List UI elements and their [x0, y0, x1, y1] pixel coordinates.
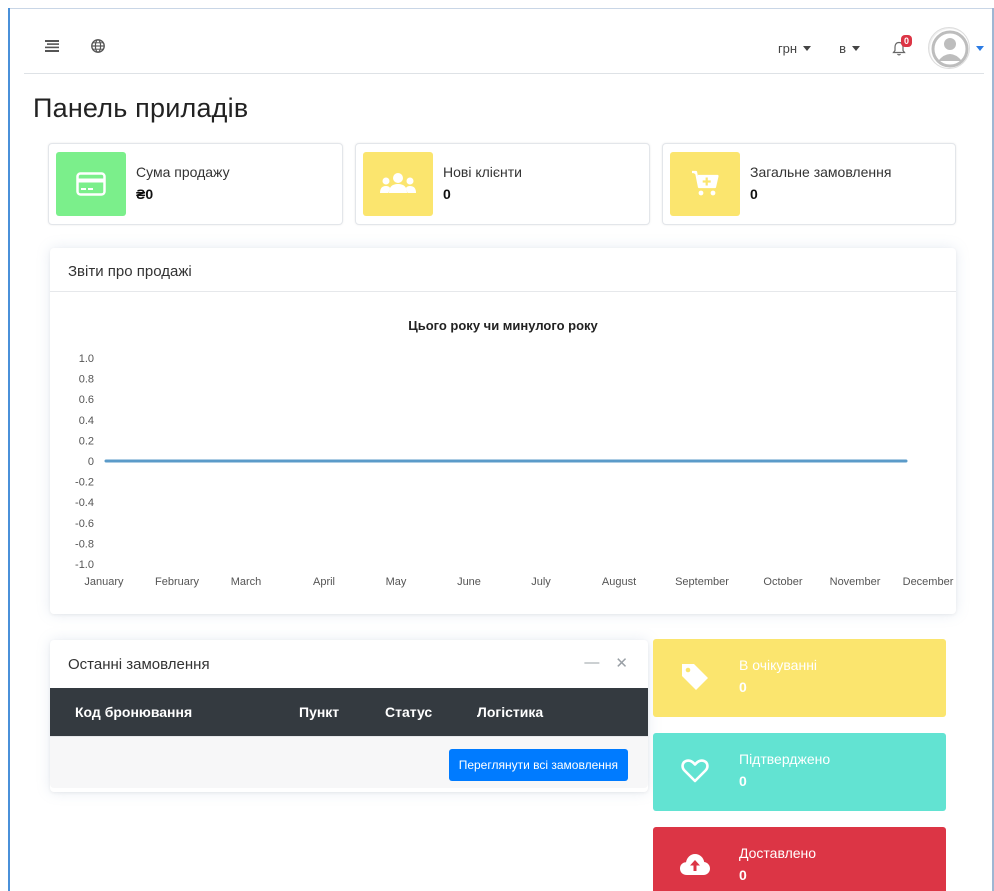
y-tick-label: 0 — [88, 456, 94, 468]
users-icon — [380, 173, 416, 193]
y-tick-label: 0.8 — [79, 374, 94, 386]
recent-orders-title: Останні замовлення — [68, 656, 210, 673]
x-tick-label: December — [903, 576, 954, 588]
user-icon — [930, 29, 969, 68]
y-tick-label: -0.4 — [75, 497, 94, 509]
info-icon-sales — [56, 152, 126, 216]
y-tick-label: -0.8 — [75, 538, 94, 550]
status-label: Підтверджено — [739, 751, 831, 767]
sales-chart: 1.0 0.8 0.6 0.4 0.2 0 -0.2 -0.4 -0.6 -0.8 -1.0 Janu… — [75, 353, 954, 588]
info-value: 0 — [443, 186, 451, 202]
menu-toggle-icon[interactable] — [40, 34, 64, 58]
view-all-orders-button[interactable]: Переглянути всі замовлення — [448, 749, 628, 781]
status-label: Доставлено — [739, 845, 817, 861]
y-tick-label: 0.4 — [79, 415, 94, 427]
info-icon-orders — [670, 152, 740, 216]
top-navbar: грн в 0 — [24, 22, 984, 74]
orders-table: Код бронювання Пункт Статус Логістика — [50, 688, 648, 736]
data-point[interactable] — [613, 459, 617, 463]
x-tick-label: June — [457, 576, 481, 588]
recent-orders-card: Останні замовлення — ✕ Код бронювання Пу… — [50, 640, 648, 792]
x-tick-label: November — [830, 576, 881, 588]
data-point[interactable] — [686, 459, 690, 463]
chevron-down-icon — [803, 45, 812, 51]
window-top-border — [8, 8, 994, 9]
status-value: 0 — [739, 773, 747, 789]
currency-label: грн — [777, 40, 798, 56]
x-tick-label: April — [313, 576, 335, 588]
status-box-pending: В очікуванні 0 — [653, 639, 946, 717]
info-icon-customers — [363, 152, 433, 216]
status-value: 0 — [739, 679, 747, 695]
heart-icon — [681, 759, 709, 783]
info-label: Загальне замовлення — [750, 164, 892, 180]
status-box-delivered: Доставлено 0 — [653, 827, 946, 891]
y-tick-label: -0.2 — [75, 477, 94, 489]
data-point[interactable] — [540, 459, 544, 463]
page-title: Панель приладів — [33, 93, 249, 123]
close-icon[interactable]: ✕ — [615, 654, 628, 672]
data-point[interactable] — [104, 459, 108, 463]
x-tick-label: May — [386, 576, 407, 588]
x-tick-label: January — [84, 576, 124, 588]
notifications-bell[interactable]: 0 — [892, 35, 914, 59]
x-tick-label: September — [675, 576, 729, 588]
window-left-border — [8, 8, 10, 891]
data-point[interactable] — [468, 459, 472, 463]
notification-badge: 0 — [901, 35, 913, 47]
user-avatar[interactable] — [928, 27, 970, 69]
language-label: в — [839, 40, 846, 56]
cart-plus-icon — [692, 170, 719, 196]
currency-dropdown[interactable]: грн — [777, 40, 812, 56]
data-point[interactable] — [322, 459, 326, 463]
info-label: Сума продажу — [136, 164, 230, 180]
status-icon-pending — [679, 661, 711, 693]
status-icon-confirmed — [679, 755, 711, 787]
info-box-customers: Нові клієнти 0 — [355, 143, 650, 225]
info-label: Нові клієнти — [443, 164, 523, 180]
status-icon-delivered — [679, 849, 711, 881]
language-dropdown[interactable]: в — [839, 41, 860, 56]
orders-card-footer: Переглянути всі замовлення — [50, 736, 648, 788]
column-header[interactable]: Пункт — [274, 688, 360, 736]
table-header-row: Код бронювання Пункт Статус Логістика — [50, 688, 648, 736]
info-box-orders: Загальне замовлення 0 — [662, 143, 956, 225]
data-point[interactable] — [249, 459, 253, 463]
minimize-icon[interactable]: — — [584, 654, 599, 672]
data-point[interactable] — [759, 459, 763, 463]
x-tick-label: March — [231, 576, 262, 588]
x-tick-label: July — [531, 576, 551, 588]
cloud-upload-icon — [680, 854, 710, 875]
info-value: ₴0 — [136, 186, 154, 202]
column-header[interactable]: Код бронювання — [50, 688, 274, 736]
info-value: 0 — [750, 186, 758, 202]
data-point[interactable] — [904, 459, 908, 463]
tag-icon — [682, 664, 708, 690]
credit-card-icon — [76, 172, 106, 196]
status-value: 0 — [739, 867, 747, 883]
y-tick-label: -0.6 — [75, 518, 94, 530]
sales-report-card: Звіти про продажі Цього року чи минулого… — [50, 248, 956, 614]
x-tick-label: August — [602, 576, 636, 588]
status-box-confirmed: Підтверджено 0 — [653, 733, 946, 811]
y-tick-label: 0.6 — [79, 394, 94, 406]
globe-icon[interactable] — [86, 34, 110, 58]
data-point[interactable] — [831, 459, 835, 463]
data-point[interactable] — [177, 459, 181, 463]
data-point[interactable] — [395, 459, 399, 463]
chevron-down-icon[interactable] — [976, 45, 984, 51]
y-tick-label: 1.0 — [79, 353, 94, 365]
column-header[interactable]: Статус — [360, 688, 452, 736]
y-tick-label: 0.2 — [79, 435, 94, 447]
x-tick-label: October — [763, 576, 802, 588]
y-tick-label: -1.0 — [75, 559, 94, 571]
x-tick-label: February — [155, 576, 200, 588]
column-header[interactable]: Логістика — [452, 688, 648, 736]
info-box-sales: Сума продажу ₴0 — [48, 143, 343, 225]
chevron-down-icon — [852, 45, 860, 51]
status-label: В очікуванні — [739, 657, 818, 673]
